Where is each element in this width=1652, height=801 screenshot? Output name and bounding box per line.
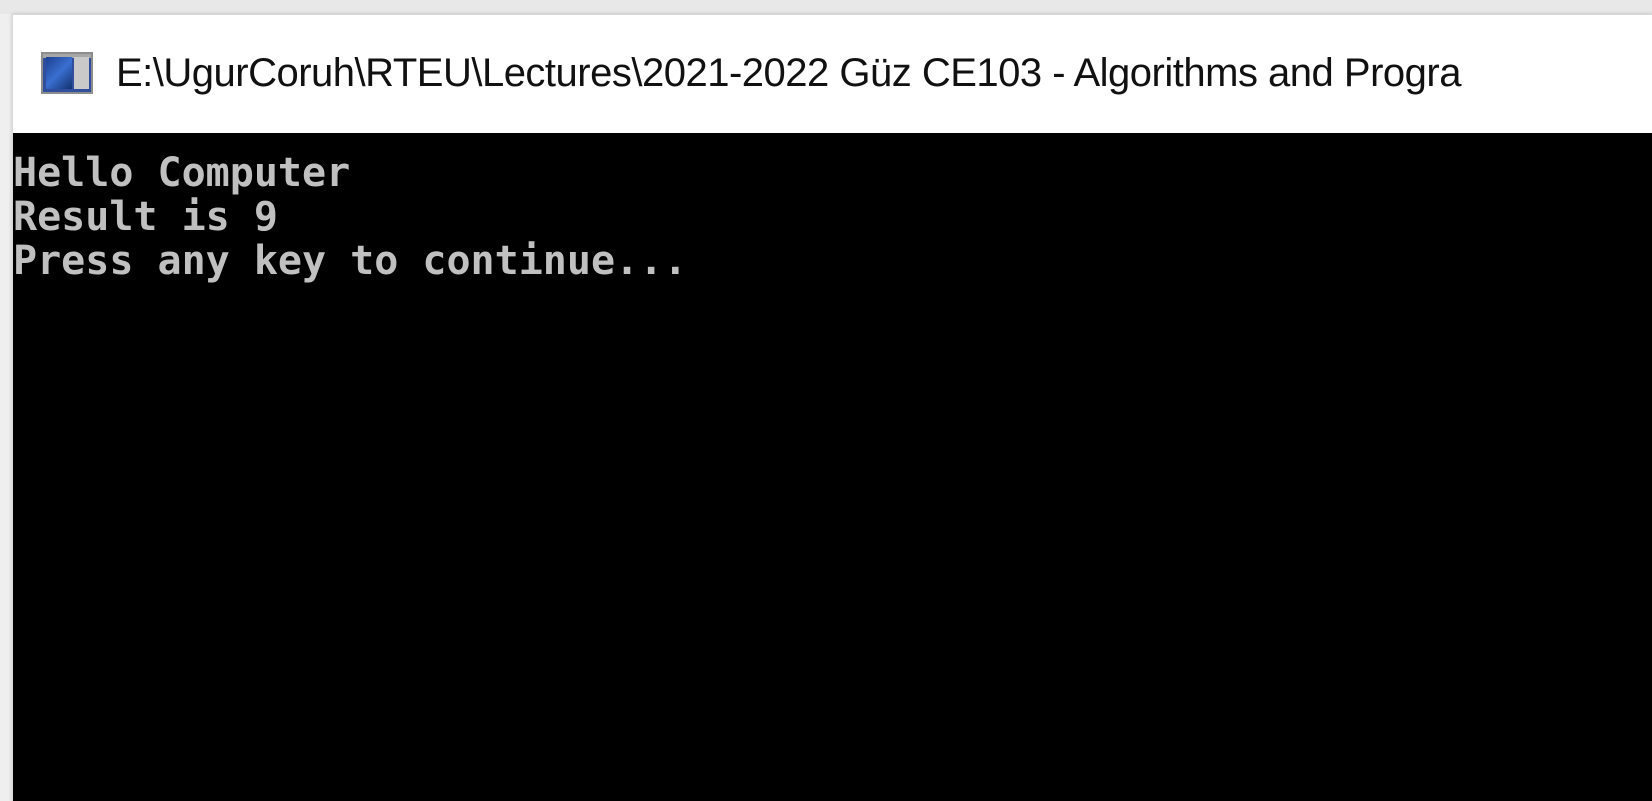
console-line-2: Result is 9 — [13, 194, 278, 240]
console-line-1: Hello Computer — [13, 150, 351, 196]
console-line-3: Press any key to continue... — [13, 238, 688, 284]
console-window-icon[interactable] — [41, 52, 93, 94]
title-bar[interactable]: E:\UgurCoruh\RTEU\Lectures\2021-2022 Güz… — [13, 15, 1652, 133]
console-output[interactable]: Hello Computer Result is 9 Press any key… — [13, 133, 1652, 801]
window-shadow-strip — [0, 0, 1652, 14]
console-window[interactable]: E:\UgurCoruh\RTEU\Lectures\2021-2022 Güz… — [12, 14, 1652, 801]
desktop-background: E:\UgurCoruh\RTEU\Lectures\2021-2022 Güz… — [0, 0, 1652, 801]
window-title: E:\UgurCoruh\RTEU\Lectures\2021-2022 Güz… — [116, 51, 1461, 95]
